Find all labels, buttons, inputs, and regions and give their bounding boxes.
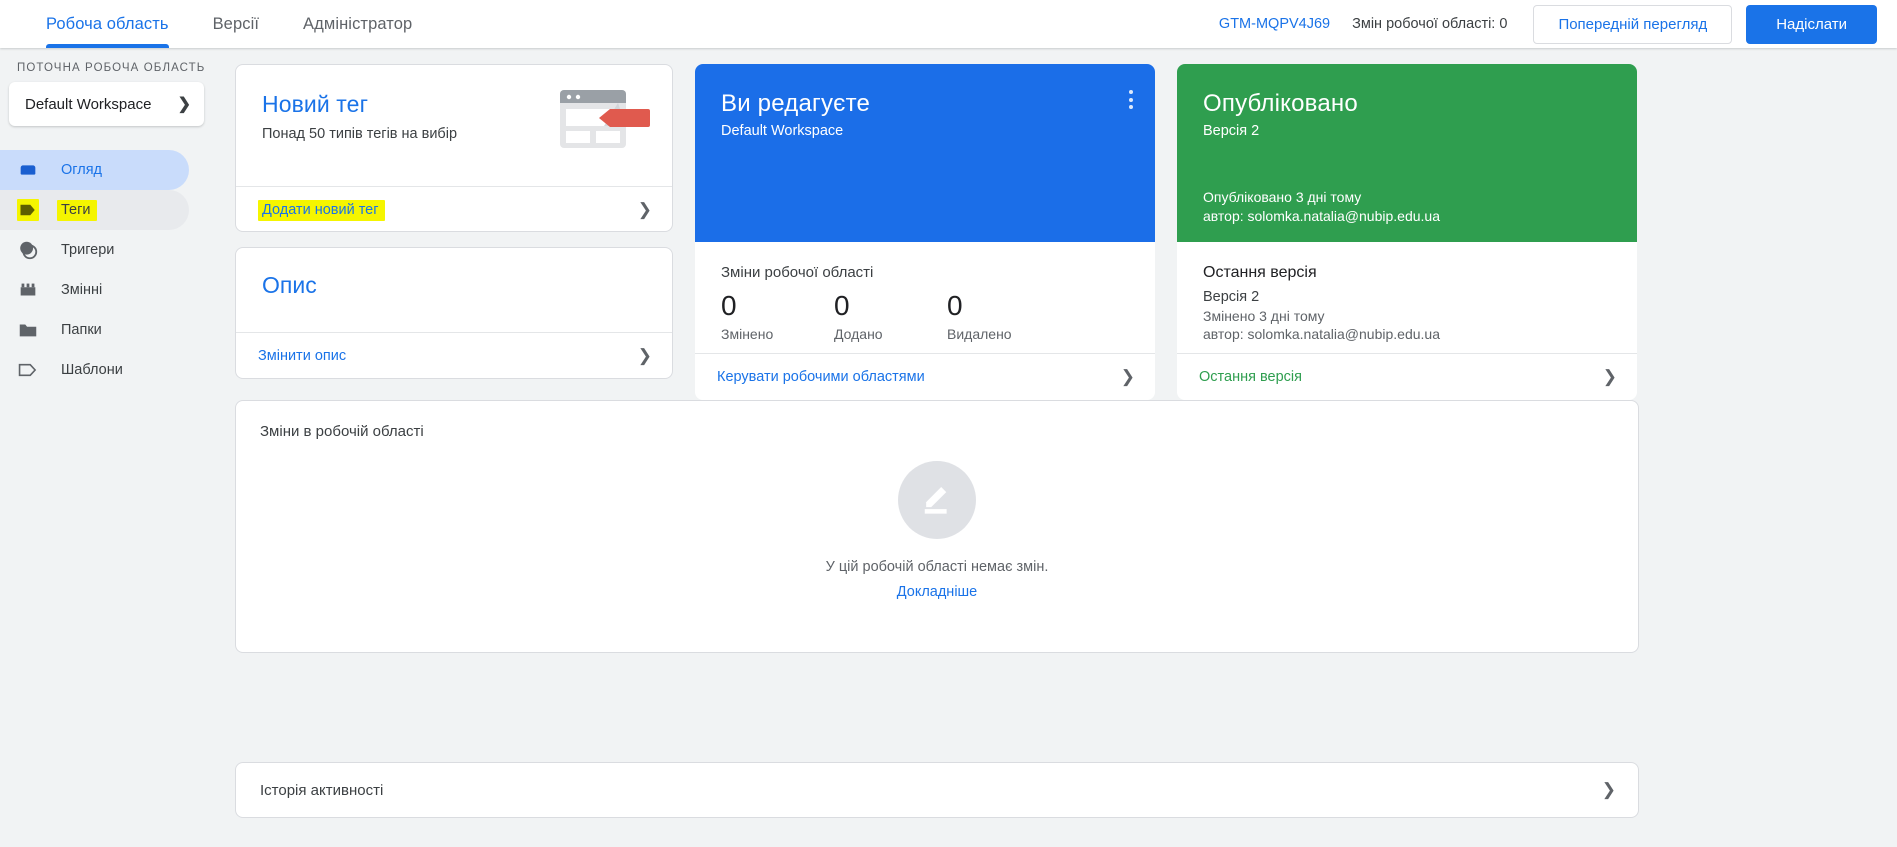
- published-card-meta: Опубліковано 3 дні тому автор: solomka.n…: [1203, 188, 1611, 242]
- empty-state-text: У цій робочій області немає змін.: [825, 559, 1049, 575]
- stat-deleted-label: Видалено: [947, 326, 1012, 342]
- activity-history-label: Історія активності: [260, 781, 384, 799]
- description-card-action[interactable]: Змінити опис ❯: [236, 332, 672, 378]
- description-card-body: Опис: [236, 248, 672, 332]
- cards-row: Новий тег Понад 50 типів тегів на вибір: [235, 64, 1637, 400]
- sidebar-item-overview-label: Огляд: [61, 162, 103, 178]
- tab-versions[interactable]: Версії: [191, 0, 281, 48]
- published-card-hero: Опубліковано Версія 2 Опубліковано 3 дні…: [1177, 64, 1637, 242]
- preview-button[interactable]: Попередній перегляд: [1533, 4, 1733, 44]
- workspace-changes-panel-title: Зміни в робочій області: [260, 423, 424, 440]
- editing-card-action[interactable]: Керувати робочими областями ❯: [695, 353, 1155, 400]
- chevron-right-icon: ❯: [1601, 780, 1616, 799]
- published-by: автор: solomka.natalia@nubip.edu.ua: [1203, 208, 1440, 224]
- tab-workspace[interactable]: Робоча область: [24, 0, 191, 48]
- new-tag-illustration-icon: [558, 88, 654, 155]
- latest-version-author: автор: solomka.natalia@nubip.edu.ua: [1203, 326, 1440, 342]
- submit-button[interactable]: Надіслати: [1746, 4, 1877, 44]
- published-card-subtitle: Версія 2: [1203, 123, 1260, 139]
- chevron-right-icon: ❯: [637, 346, 652, 365]
- sidebar-item-templates[interactable]: Шаблони: [0, 350, 189, 390]
- chevron-right-icon: ❯: [1120, 367, 1135, 386]
- activity-history-row[interactable]: Історія активності ❯: [235, 762, 1639, 818]
- variable-icon: [17, 279, 39, 301]
- sidebar-item-tags[interactable]: Теги: [0, 190, 189, 230]
- editing-card-title: Ви редагуєте: [721, 90, 871, 117]
- stat-added-value: 0: [834, 290, 850, 321]
- published-card-action-label: Остання версія: [1199, 369, 1302, 385]
- workspace-changes-panel: Зміни в робочій області У цій робочій об…: [235, 400, 1639, 653]
- sidebar-item-triggers[interactable]: Тригери: [0, 230, 189, 270]
- tab-admin[interactable]: Адміністратор: [281, 0, 434, 48]
- workspace-selector-name: Default Workspace: [25, 95, 152, 113]
- workspace-selector[interactable]: Default Workspace ❯: [9, 82, 204, 126]
- editing-card-stats-title: Зміни робочої області: [721, 264, 874, 281]
- published-card-action[interactable]: Остання версія ❯: [1177, 353, 1637, 400]
- stat-modified: 0 Змінено: [721, 289, 834, 342]
- editing-card-hero: Ви редагуєте Default Workspace: [695, 64, 1155, 242]
- sidebar-item-variables[interactable]: Змінні: [0, 270, 189, 310]
- latest-version-number: Версія 2: [1203, 289, 1260, 305]
- more-options-icon[interactable]: [1129, 90, 1133, 109]
- folder-icon: [17, 319, 39, 341]
- description-card: Опис Змінити опис ❯: [235, 247, 673, 379]
- app-header: Робоча область Версії Адміністратор GTM-…: [0, 0, 1897, 48]
- new-tag-card-body: Новий тег Понад 50 типів тегів на вибір: [236, 65, 672, 186]
- published-card-title: Опубліковано: [1203, 90, 1358, 117]
- editing-card-subtitle: Default Workspace: [721, 123, 844, 139]
- sidebar-item-templates-label: Шаблони: [61, 362, 123, 378]
- editing-workspace-card: Ви редагуєте Default Workspace Зміни роб…: [695, 64, 1155, 400]
- tab-versions-label: Версії: [212, 14, 260, 33]
- latest-version-title: Остання версія: [1203, 264, 1317, 281]
- stat-deleted: 0 Видалено: [947, 289, 1060, 342]
- description-card-title: Опис: [262, 272, 317, 298]
- edit-pencil-icon: [898, 461, 976, 539]
- tab-admin-label: Адміністратор: [303, 14, 413, 33]
- published-version-card: Опубліковано Версія 2 Опубліковано 3 дні…: [1177, 64, 1637, 400]
- template-icon: [17, 359, 39, 381]
- sidebar: ПОТОЧНА РОБОЧА ОБЛАСТЬ Default Workspace…: [0, 48, 213, 847]
- sidebar-section-label: ПОТОЧНА РОБОЧА ОБЛАСТЬ: [17, 62, 206, 74]
- sidebar-item-folders[interactable]: Папки: [0, 310, 189, 350]
- stat-added: 0 Додано: [834, 289, 947, 342]
- tag-icon: [17, 199, 39, 221]
- sidebar-item-tags-label: Теги: [57, 199, 97, 221]
- left-card-column: Новий тег Понад 50 типів тегів на вибір: [235, 64, 673, 400]
- chevron-right-icon: ❯: [1602, 367, 1617, 386]
- header-actions: GTM-MQPV4J69 Змін робочої області: 0 Поп…: [1219, 4, 1897, 44]
- stat-modified-label: Змінено: [721, 326, 774, 342]
- editing-card-stat-row: 0 Змінено 0 Додано 0 Видалено: [721, 289, 1129, 342]
- new-tag-card: Новий тег Понад 50 типів тегів на вибір: [235, 64, 673, 232]
- stat-modified-value: 0: [721, 290, 737, 321]
- sidebar-item-overview[interactable]: Огляд: [0, 150, 189, 190]
- sidebar-nav: Огляд Теги Тригери Змінні Папки Шаблони: [0, 150, 213, 390]
- empty-state: У цій робочій області немає змін. Доклад…: [236, 461, 1638, 600]
- stat-added-label: Додано: [834, 326, 883, 342]
- sidebar-item-triggers-label: Тригери: [61, 242, 115, 258]
- published-card-info: Остання версія Версія 2 Змінено 3 дні то…: [1177, 242, 1637, 353]
- main-content: Новий тег Понад 50 типів тегів на вибір: [213, 48, 1897, 847]
- chevron-right-icon: ❯: [637, 200, 652, 219]
- container-id-link[interactable]: GTM-MQPV4J69: [1219, 16, 1330, 32]
- description-card-action-label: Змінити опис: [258, 348, 347, 364]
- latest-version-changed: Змінено 3 дні тому: [1203, 308, 1325, 324]
- new-tag-card-action-label: Додати новий тег: [258, 199, 385, 221]
- sidebar-item-variables-label: Змінні: [61, 282, 103, 298]
- empty-state-learn-more-link[interactable]: Докладніше: [897, 584, 977, 600]
- tab-workspace-label: Робоча область: [46, 14, 169, 33]
- editing-card-stats: Зміни робочої області 0 Змінено 0 Додано…: [695, 242, 1155, 353]
- stat-deleted-value: 0: [947, 290, 963, 321]
- new-tag-card-action[interactable]: Додати новий тег ❯: [236, 186, 672, 231]
- main-tabs: Робоча область Версії Адміністратор: [0, 0, 434, 48]
- chevron-right-icon: ❯: [177, 96, 191, 113]
- sidebar-item-folders-label: Папки: [61, 322, 102, 338]
- trigger-icon: [17, 239, 39, 261]
- editing-card-action-label: Керувати робочими областями: [717, 369, 925, 385]
- overview-icon: [17, 159, 39, 181]
- workspace-changes-count: Змін робочої області: 0: [1352, 16, 1508, 32]
- published-when: Опубліковано 3 дні тому: [1203, 189, 1362, 205]
